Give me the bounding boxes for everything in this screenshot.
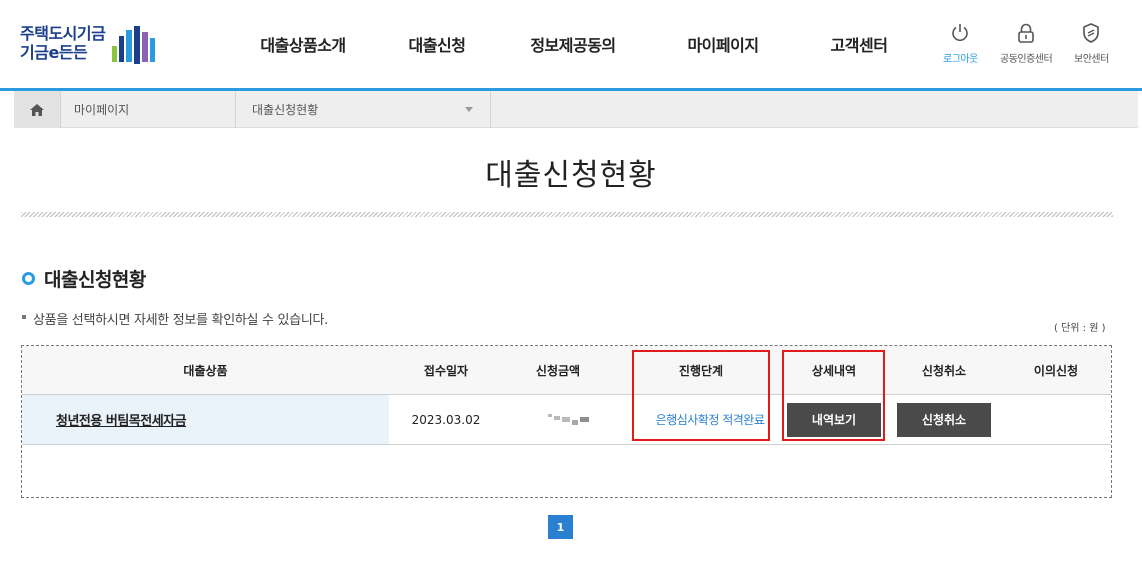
- security-center-label: 보안센터: [1074, 54, 1109, 65]
- breadcrumb: 마이페이지 대출신청현황: [14, 91, 1138, 128]
- breadcrumb-separator: [490, 91, 491, 128]
- cell-product: 청년전용 버팀목전세자금: [22, 395, 389, 444]
- title-divider: [21, 212, 1113, 217]
- breadcrumb-separator: [60, 91, 61, 128]
- security-center-button[interactable]: 보안센터: [1074, 22, 1109, 65]
- logo-bars-icon: [112, 26, 155, 64]
- col-amount: 신청금액: [535, 364, 581, 378]
- highlight-box-status: [632, 350, 770, 441]
- col-product: 대출상품: [183, 364, 228, 378]
- cell-amount: [503, 395, 633, 444]
- chevron-down-icon[interactable]: [465, 107, 473, 112]
- breadcrumb-separator: [235, 91, 236, 128]
- nav-customer-center[interactable]: 고객센터: [798, 0, 920, 88]
- breadcrumb-level1[interactable]: 마이페이지: [74, 91, 129, 128]
- nav-loan-apply[interactable]: 대출신청: [376, 0, 498, 88]
- highlight-box-detail: [782, 350, 885, 441]
- main-nav: 대출상품소개 대출신청 정보제공동의 마이페이지 고객센터: [230, 0, 920, 88]
- col-cancel: 신청취소: [921, 364, 967, 378]
- certificate-center-button[interactable]: 공동인증센터: [1000, 22, 1053, 65]
- breadcrumb-level2-select[interactable]: 대출신청현황: [252, 91, 318, 128]
- logo-text: 주택도시기금 기금e든든: [20, 24, 106, 62]
- logo-line2: 기금e든든: [20, 43, 88, 62]
- cell-date: 2023.03.02: [411, 412, 481, 427]
- breadcrumb-home[interactable]: [14, 91, 60, 128]
- cell-cancel: 신청취소: [896, 395, 992, 444]
- lock-icon: [1018, 23, 1034, 43]
- nav-info-consent[interactable]: 정보제공동의: [498, 0, 648, 88]
- site-header: 주택도시기금 기금e든든 대출상품소개 대출신청 정보제공동의 마이페이지 고객…: [0, 0, 1142, 88]
- pagination-page[interactable]: 1: [548, 515, 573, 539]
- logout-label: 로그아웃: [943, 54, 978, 65]
- logout-button[interactable]: 로그아웃: [943, 22, 978, 65]
- unit-label: ( 단위 : 원 ): [1054, 323, 1106, 334]
- home-icon: [30, 103, 44, 116]
- table-header: 대출상품 접수일자 신청금액 진행단계 상세내역 신청취소 이의신청: [22, 346, 1111, 395]
- product-link[interactable]: 청년전용 버팀목전세자금: [56, 410, 187, 429]
- cell-objection: [1008, 395, 1104, 444]
- site-logo[interactable]: 주택도시기금 기금e든든: [20, 24, 160, 68]
- nav-mypage[interactable]: 마이페이지: [648, 0, 798, 88]
- logo-line1: 주택도시기금: [20, 24, 106, 43]
- section-title: 대출신청현황: [44, 269, 146, 291]
- note-bullet-icon: [22, 315, 26, 319]
- shield-icon: [1083, 23, 1100, 43]
- section-bullet-icon: [22, 272, 35, 285]
- certificate-center-label: 공동인증센터: [1000, 54, 1053, 65]
- nav-loan-products[interactable]: 대출상품소개: [230, 0, 376, 88]
- page-title: 대출신청현황: [485, 158, 657, 193]
- col-date: 접수일자: [423, 364, 469, 378]
- col-objection: 이의신청: [1033, 364, 1079, 378]
- table-row: 청년전용 버팀목전세자금 2023.03.02 은행심사확정 적격완료 내역보기…: [22, 395, 1111, 445]
- loan-application-table: 대출상품 접수일자 신청금액 진행단계 상세내역 신청취소 이의신청 청년전용 …: [21, 345, 1112, 498]
- cancel-application-button[interactable]: 신청취소: [897, 402, 991, 437]
- power-icon: [952, 24, 969, 41]
- masked-amount: [547, 414, 589, 425]
- guide-note: 상품을 선택하시면 자세한 정보를 확인하실 수 있습니다.: [33, 313, 329, 328]
